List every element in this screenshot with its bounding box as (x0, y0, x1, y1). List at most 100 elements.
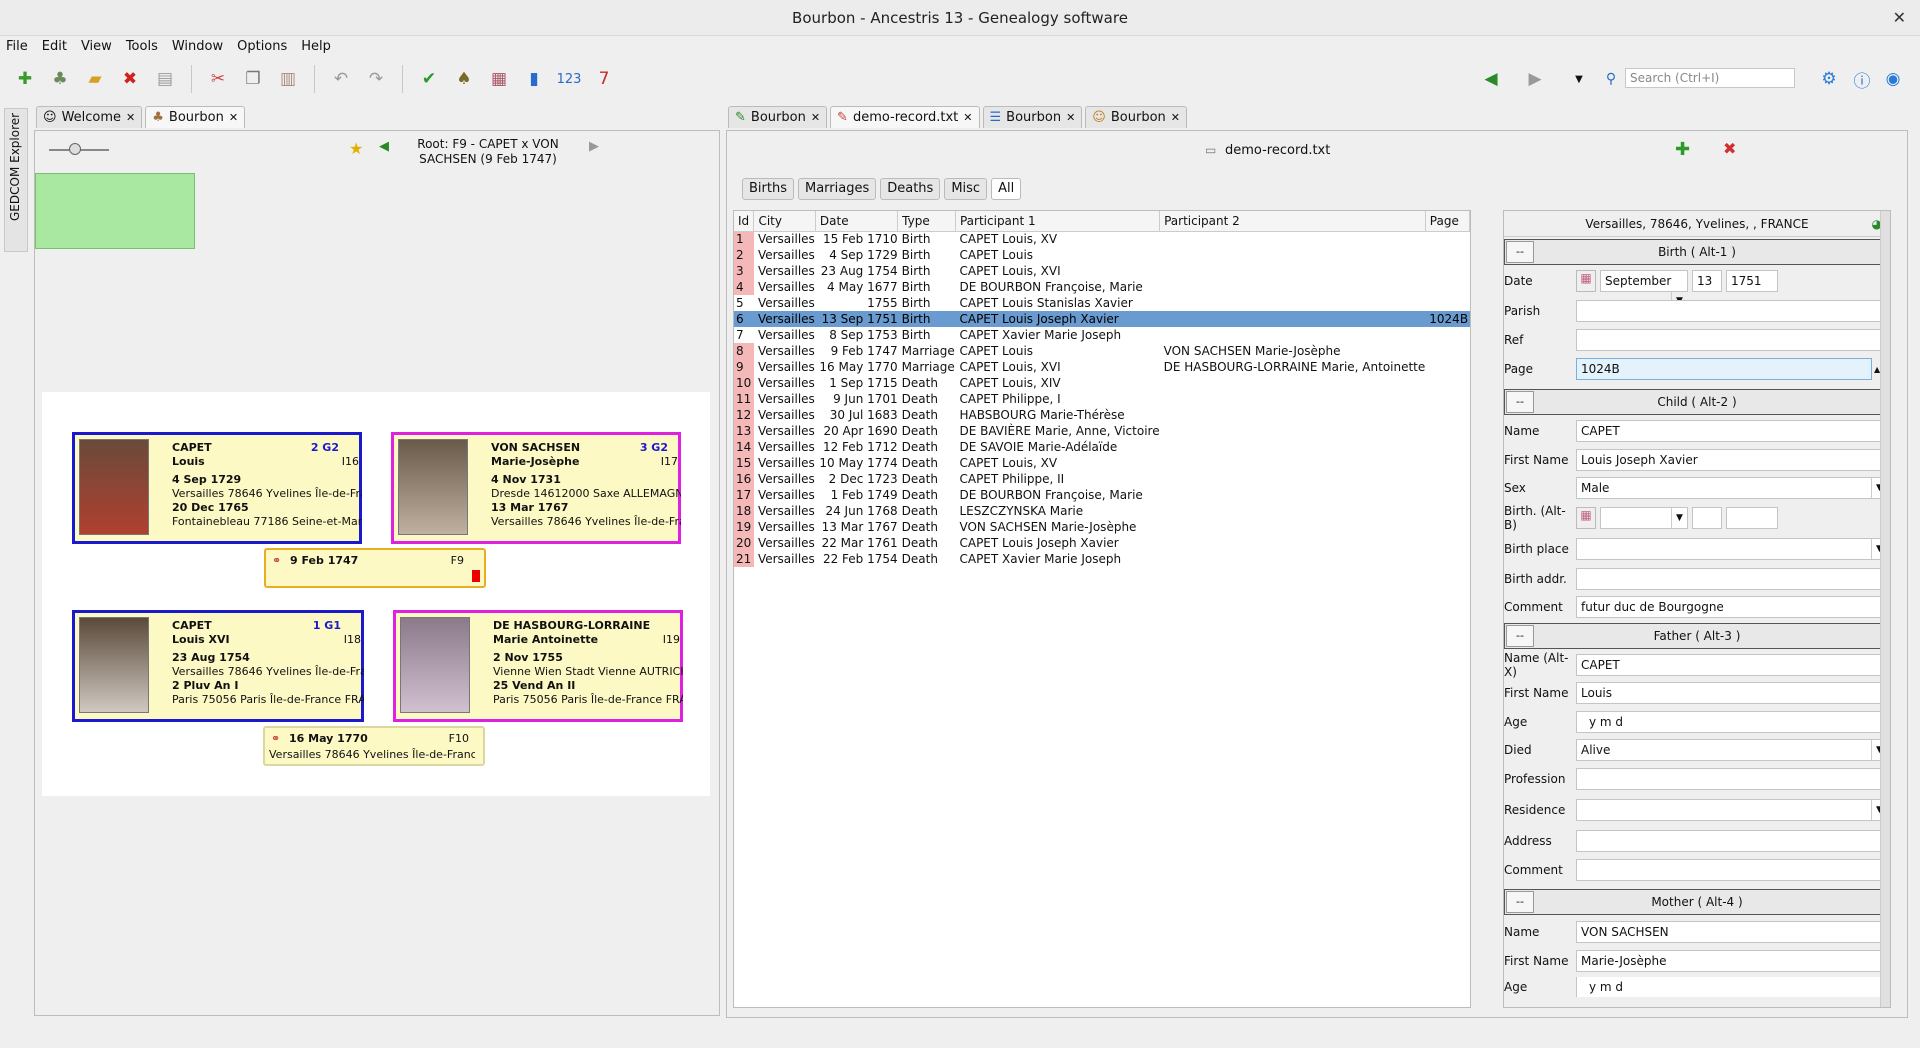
date-month-select[interactable]: September▼ (1600, 270, 1688, 311)
new-genealogy-icon[interactable]: ✚ (12, 66, 38, 92)
search-input[interactable]: Search (Ctrl+I) (1625, 68, 1795, 88)
close-file-icon[interactable]: ✖ (117, 66, 143, 92)
form-scrollbar[interactable] (1880, 211, 1890, 1007)
table-row[interactable]: 17 Versailles 1 Feb 1749 Death DE BOURBON Fr… (734, 487, 1470, 503)
close-tab-icon[interactable]: ✕ (963, 108, 972, 128)
table-row[interactable]: 3 Versailles 23 Aug 1754 Birth CAPET Louis, … (734, 263, 1470, 279)
father-name-input[interactable]: CAPET (1576, 654, 1888, 676)
mother-name-input[interactable]: VON SACHSEN (1576, 921, 1888, 943)
book-icon[interactable]: ▮ (521, 66, 547, 92)
person-card[interactable]: CAPET Louis 2 G2 I16 4 Sep 1729 Versaill… (72, 432, 362, 544)
table-row[interactable]: 15 Versailles 10 May 1774 Death CAPET Louis,… (734, 455, 1470, 471)
birth-day-input[interactable] (1692, 507, 1722, 529)
collapse-button[interactable]: -- (1506, 241, 1534, 263)
calendar-icon[interactable]: ▦ (1576, 507, 1596, 529)
tab-bourbon-couple[interactable]: ☺ Bourbon ✕ (1085, 106, 1187, 128)
column-header[interactable]: Date (815, 211, 899, 232)
tab-bourbon-edit[interactable]: ✎ Bourbon ✕ (728, 106, 828, 128)
father-age-input[interactable]: y m d (1576, 711, 1888, 733)
column-header[interactable]: Participant 2 (1159, 211, 1426, 232)
close-tab-icon[interactable]: ✕ (1066, 108, 1075, 128)
subtab-all[interactable]: All (991, 178, 1022, 200)
table-row[interactable]: 21 Versailles 22 Feb 1754 Death CAPET Xavier… (734, 551, 1470, 567)
table-row[interactable]: 11 Versailles 9 Jun 1701 Death CAPET Philipp… (734, 391, 1470, 407)
child-comment-input[interactable]: futur duc de Bourgogne (1576, 596, 1888, 618)
subtab-marriages[interactable]: Marriages (797, 178, 877, 200)
table-row[interactable]: 13 Versailles 20 Apr 1690 Death DE BAVIÈRE M… (734, 423, 1470, 439)
mother-first-input[interactable]: Marie-Josèphe (1576, 950, 1888, 972)
subtab-births[interactable]: Births (742, 178, 794, 200)
sosa-icon[interactable]: 7 (591, 66, 617, 92)
birth-month-select[interactable]: ▼ (1600, 507, 1688, 529)
info-icon[interactable]: ⓘ (1849, 66, 1875, 92)
delete-icon[interactable]: ✖ (1723, 139, 1736, 158)
calendar-icon[interactable]: ▦ (1576, 270, 1596, 292)
family-card[interactable]: ⚭ 9 Feb 1747 F9 (264, 548, 486, 588)
person-card[interactable]: VON SACHSEN Marie-Josèphe 3 G2 I17 4 Nov… (391, 432, 681, 544)
help-icon[interactable]: ◉ (1880, 66, 1906, 92)
close-tab-icon[interactable]: ✕ (811, 108, 820, 128)
table-row[interactable]: 7 Versailles 8 Sep 1753 Birth CAPET Xavier M… (734, 327, 1470, 343)
table-row[interactable]: 10 Versailles 1 Sep 1715 Death CAPET Louis, … (734, 375, 1470, 391)
father-profession-input[interactable] (1576, 768, 1888, 790)
column-header[interactable]: Page (1425, 211, 1471, 232)
child-first-input[interactable]: Louis Joseph Xavier (1576, 449, 1888, 471)
column-header[interactable]: City (753, 211, 816, 232)
back-icon[interactable]: ◀ (1478, 66, 1504, 92)
place-label[interactable]: Versailles, 78646, Yvelines, , FRANCE (1585, 217, 1808, 231)
menu-view[interactable]: View (81, 36, 112, 58)
tab-bourbon-tree[interactable]: ♣ Bourbon ✕ (145, 106, 246, 128)
tree-icon[interactable]: ♣ (47, 66, 73, 92)
table-row[interactable]: 16 Versailles 2 Dec 1723 Death CAPET Philipp… (734, 471, 1470, 487)
person-card[interactable]: CAPET Louis XVI 1 G1 I18 23 Aug 1754 Ver… (72, 610, 364, 722)
open-folder-icon[interactable]: ▰ (82, 66, 108, 92)
table-row[interactable]: 9 Versailles 16 May 1770 Marriage CAPET Loui… (734, 359, 1470, 375)
table-row[interactable]: 18 Versailles 24 Jun 1768 Death LESZCZYNSKA … (734, 503, 1470, 519)
menu-file[interactable]: File (6, 36, 28, 58)
cut-icon[interactable]: ✂ (205, 66, 231, 92)
ref-input[interactable] (1576, 329, 1888, 351)
paste-icon[interactable]: ▥ (275, 66, 301, 92)
check-icon[interactable]: ✔ (416, 66, 442, 92)
tab-welcome[interactable]: ☺ Welcome ✕ (36, 106, 143, 128)
menu-help[interactable]: Help (301, 36, 331, 58)
numbering-icon[interactable]: 123 (556, 66, 582, 92)
tab-demo-record[interactable]: ✎ demo-record.txt ✕ (830, 106, 980, 128)
birth-place-select[interactable]: ▼ (1576, 538, 1888, 560)
menu-window[interactable]: Window (172, 36, 223, 58)
gedcom-explorer-sidebar[interactable]: GEDCOM Explorer (4, 108, 28, 252)
parish-input[interactable] (1576, 300, 1888, 322)
menu-tools[interactable]: Tools (126, 36, 158, 58)
date-day-input[interactable]: 13 (1692, 270, 1722, 292)
close-tab-icon[interactable]: ✕ (229, 108, 238, 128)
table-row[interactable]: 2 Versailles 4 Sep 1729 Birth CAPET Louis (734, 247, 1470, 263)
redo-icon[interactable]: ↷ (363, 66, 389, 92)
column-header[interactable]: Type (897, 211, 956, 232)
next-icon[interactable]: ▶ (589, 139, 599, 154)
column-header[interactable]: Id (734, 211, 755, 232)
father-comment-input[interactable] (1576, 859, 1888, 881)
save-icon[interactable]: ▤ (152, 66, 178, 92)
collapse-button[interactable]: -- (1506, 391, 1534, 413)
father-first-input[interactable]: Louis (1576, 682, 1888, 704)
undo-icon[interactable]: ↶ (328, 66, 354, 92)
table-row[interactable]: 8 Versailles 9 Feb 1747 Marriage CAPET Louis… (734, 343, 1470, 359)
history-dropdown-icon[interactable]: ▼ (1566, 66, 1592, 92)
settings-icon[interactable]: ⚙ (1816, 66, 1842, 92)
tree-view-icon[interactable]: ♠ (451, 66, 477, 92)
family-card[interactable]: ⚭ 16 May 1770 F10 Versailles 78646 Yveli… (263, 726, 485, 766)
tab-bourbon-list[interactable]: ☰ Bourbon ✕ (982, 106, 1083, 128)
close-icon[interactable]: ✕ (1893, 0, 1906, 36)
table-row[interactable]: 14 Versailles 12 Feb 1712 Death DE SAVOIE Ma… (734, 439, 1470, 455)
table-row[interactable]: 6 Versailles 13 Sep 1751 Birth CAPET Louis J… (734, 311, 1470, 327)
table-row[interactable]: 1 Versailles 15 Feb 1710 Birth CAPET Louis, … (734, 231, 1470, 247)
child-sex-select[interactable]: Male▼ (1576, 477, 1888, 499)
father-died-select[interactable]: Alive▼ (1576, 739, 1888, 761)
bookmark-icon[interactable]: ★ (349, 139, 363, 158)
menu-options[interactable]: Options (237, 36, 287, 58)
page-input[interactable]: 1024B (1576, 358, 1872, 380)
table-row[interactable]: 19 Versailles 13 Mar 1767 Death VON SACHSEN … (734, 519, 1470, 535)
column-header[interactable]: Participant 1 (955, 211, 1161, 232)
previous-icon[interactable]: ◀ (379, 139, 389, 154)
table-row[interactable]: 12 Versailles 30 Jul 1683 Death HABSBOURG Ma… (734, 407, 1470, 423)
